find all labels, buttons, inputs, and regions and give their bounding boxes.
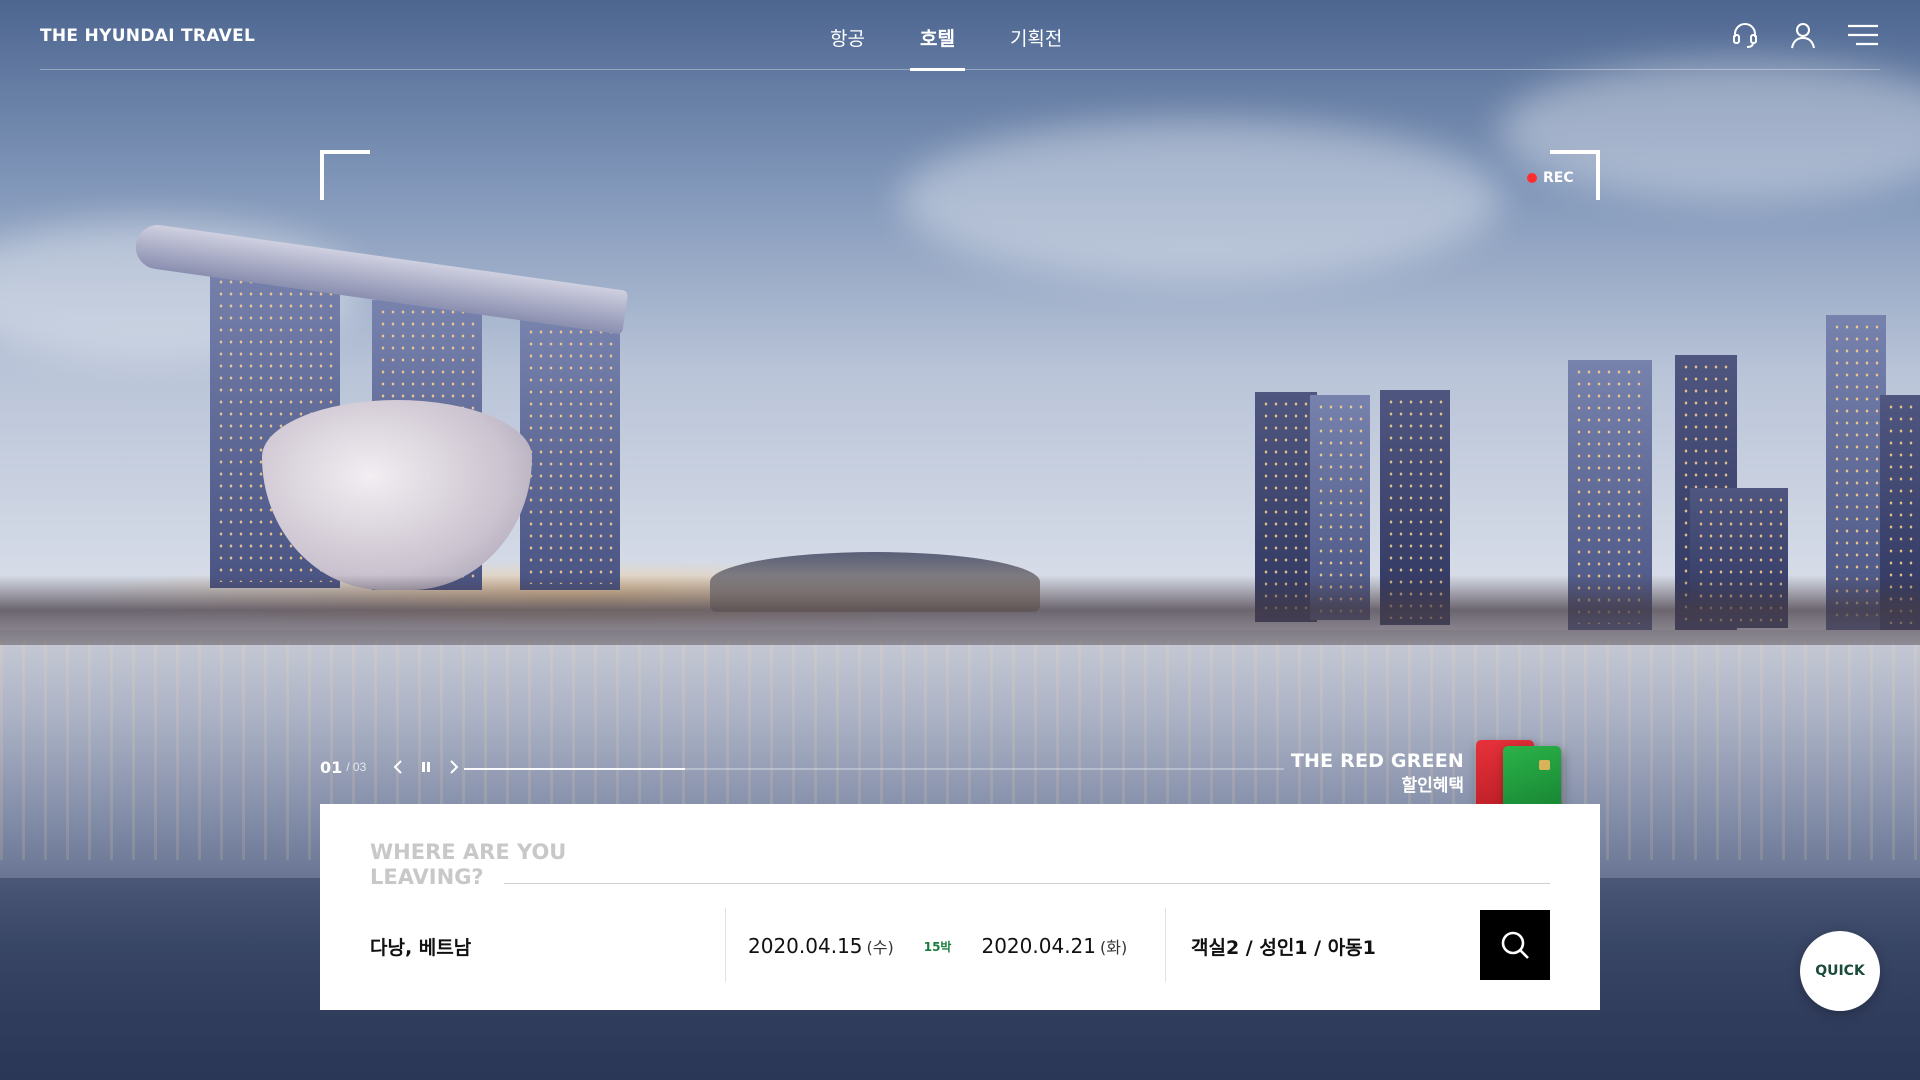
field-divider [725, 908, 726, 982]
checkout-day: (화) [1100, 938, 1128, 957]
pause-slide-button[interactable] [418, 757, 434, 777]
header-actions [1730, 20, 1880, 50]
brand-logo[interactable]: THE HYUNDAI TRAVEL [40, 26, 255, 46]
menu-icon[interactable] [1846, 20, 1880, 50]
next-slide-button[interactable] [446, 757, 462, 777]
nav-item-hotels[interactable]: 호텔 [909, 0, 965, 71]
search-prompt-line1: WHERE ARE YOU [370, 840, 567, 864]
search-icon [1501, 931, 1529, 959]
search-prompt-line2: LEAVING? [370, 865, 484, 889]
slide-current: 01 [320, 757, 343, 777]
field-divider [1165, 908, 1166, 982]
rec-indicator: REC [1527, 170, 1574, 186]
promo-title: THE RED GREEN [1290, 750, 1464, 772]
quick-menu-button[interactable]: QUICK [1800, 931, 1880, 1011]
checkin-date: 2020.04.15 [748, 934, 863, 958]
pause-icon [422, 762, 431, 772]
card-chip-icon [1539, 760, 1550, 770]
rec-label: REC [1543, 170, 1574, 186]
user-icon[interactable] [1788, 20, 1818, 50]
cloud [900, 120, 1500, 280]
guests-field[interactable]: 객실2 / 성인1 / 아동1 [1191, 910, 1471, 982]
nav-item-flights[interactable]: 항공 [830, 0, 865, 70]
hotel-search-panel: WHERE ARE YOU LEAVING? 다낭, 베트남 2020.04.1… [320, 804, 1600, 1010]
top-header: THE HYUNDAI TRAVEL 항공 호텔 기획전 [40, 0, 1880, 71]
card-promo-link[interactable]: THE RED GREEN 할인혜택 [1270, 750, 1464, 796]
checkin-day: (수) [866, 938, 894, 957]
headset-icon[interactable] [1730, 20, 1760, 50]
prompt-underline [504, 883, 1550, 884]
slide-progress-fill [464, 768, 686, 770]
prev-slide-button[interactable] [390, 757, 406, 777]
rec-dot-icon [1527, 173, 1537, 183]
checkout-date: 2020.04.21 [981, 934, 1096, 958]
slide-controls: 01 / 03 [320, 757, 462, 777]
destination-field[interactable]: 다낭, 베트남 [370, 910, 705, 982]
viewfinder-corner [320, 150, 370, 200]
search-button[interactable] [1480, 910, 1550, 980]
shoreline [0, 575, 1920, 645]
promo-subtitle: 할인혜택 [1401, 776, 1464, 796]
chevron-left-icon [393, 760, 402, 774]
main-nav: 항공 호텔 기획전 [830, 0, 1117, 71]
hotel-tower [520, 320, 620, 590]
slide-total: / 03 [346, 760, 367, 774]
slide-progress-bar [464, 768, 1284, 770]
nav-item-promotions[interactable]: 기획전 [1010, 0, 1062, 70]
nights-badge: 15박 [923, 939, 952, 954]
chevron-right-icon [450, 760, 459, 774]
date-range-field[interactable]: 2020.04.15 (수) 15박 2020.04.21 (화) [748, 910, 1158, 982]
